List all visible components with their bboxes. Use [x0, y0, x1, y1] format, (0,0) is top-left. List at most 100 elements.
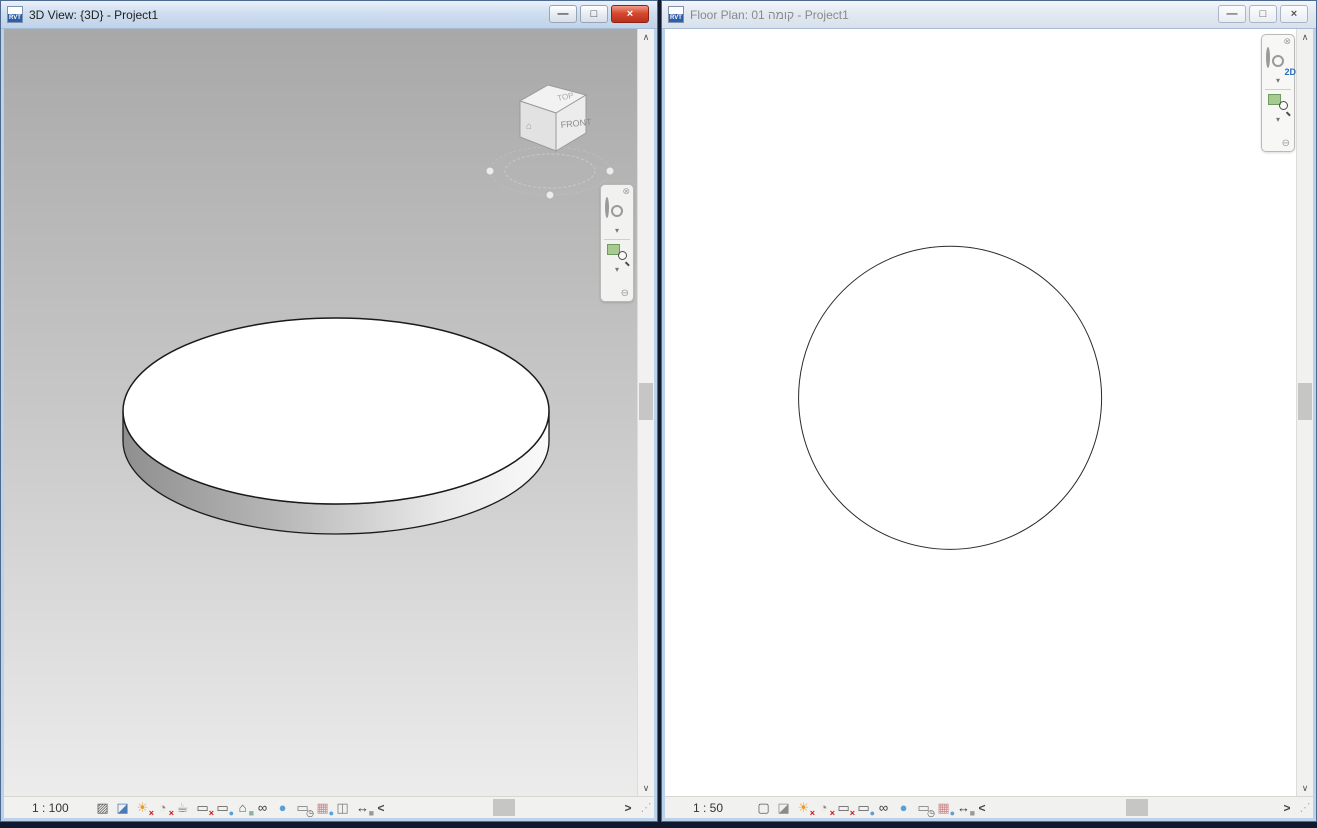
navigation-bar: ⊗ 2D ▾ ▾ ⊖ [1261, 34, 1296, 152]
show-crop-region-icon[interactable]: ▭ ● [214, 799, 234, 818]
minimize-button[interactable]: — [1218, 5, 1246, 23]
temporary-hide-isolate-icon-glyph: ∞ [257, 800, 268, 815]
steering-wheel-dropdown-icon[interactable]: ▾ [1276, 76, 1280, 85]
vertical-scrollbar[interactable]: ∧ ∨ [1296, 29, 1313, 796]
horizontal-scroll-track[interactable] [992, 797, 1277, 818]
scroll-right-arrow[interactable]: > [1277, 801, 1297, 815]
vertical-scroll-track[interactable] [638, 45, 654, 780]
zoom-region-icon[interactable] [1268, 94, 1291, 116]
vertical-scroll-thumb[interactable] [1298, 383, 1312, 421]
magnifier-handle [1286, 110, 1291, 116]
detail-level-icon-glyph: ▢ [757, 800, 770, 815]
scroll-left-arrow[interactable]: < [972, 801, 992, 815]
scroll-down-arrow[interactable]: ∨ [1297, 780, 1313, 796]
resize-grip[interactable]: ⋰ [1297, 801, 1313, 814]
titlebar-3d-view[interactable]: RVT 3D View: {3D} - Project1 — □ × [1, 1, 657, 29]
crop-view-icon[interactable]: ▭ × [835, 799, 855, 818]
temporary-hide-isolate-icon[interactable]: ∞ [254, 799, 271, 816]
navbar-close-icon[interactable]: ⊗ [1283, 37, 1291, 46]
titlebar-floor-plan[interactable]: RVT Floor Plan: 01 קומה - Project1 — □ × [662, 1, 1316, 29]
scroll-down-arrow[interactable]: ∨ [638, 780, 654, 796]
viewcube-compass-inner-ring [504, 153, 596, 189]
rendering-dialog-icon[interactable]: ☕ [174, 799, 191, 816]
detail-level-icon[interactable]: ▢ [755, 799, 772, 816]
view-control-bar: 1 : 100 ▨ ◪ ☀ × ◔ × ☕ ▭ × ▭ ● ⌂ ■ ∞ ● ▭ ◷ ▦ ● ◫ ↔ ■ < > ⋰ [4, 796, 654, 818]
navbar-collapse-icon[interactable]: ⊖ [621, 289, 629, 299]
magnifier-icon [1279, 101, 1288, 110]
window-3d-view: RVT 3D View: {3D} - Project1 — □ × TOP F… [0, 0, 658, 822]
steering-wheel-2d-icon[interactable]: 2D [1266, 47, 1296, 77]
detail-level-icon[interactable]: ▨ [94, 799, 111, 816]
crop-view-icon[interactable]: ▭ × [194, 799, 214, 818]
close-button[interactable]: × [1280, 5, 1308, 23]
sun-path-icon[interactable]: ☀ × [134, 799, 154, 818]
rvt-file-icon: RVT [668, 6, 684, 23]
navbar-close-icon[interactable]: ⊗ [622, 187, 630, 196]
navbar-collapse-icon[interactable]: ⊖ [1282, 139, 1290, 149]
show-crop-region-icon[interactable]: ▭ ● [855, 799, 875, 818]
temporary-hide-isolate-icon-glyph: ∞ [878, 800, 889, 815]
temporary-hide-isolate-icon[interactable]: ∞ [875, 799, 892, 816]
restore-button[interactable]: □ [1249, 5, 1277, 23]
shadows-icon[interactable]: ◔ × [154, 799, 174, 818]
horizontal-scroll-thumb[interactable] [1125, 799, 1148, 816]
compass-east-marker[interactable] [605, 166, 615, 176]
analytical-model-icon[interactable]: ▦ ● [935, 799, 955, 818]
temporary-view-properties-icon[interactable]: ▭ ◷ [915, 799, 935, 818]
temporary-view-properties-icon[interactable]: ▭ ◷ [294, 799, 314, 818]
vertical-scroll-thumb[interactable] [639, 383, 653, 421]
disk-top-face[interactable] [122, 317, 550, 505]
reveal-constraints-icon[interactable]: ↔ ■ [354, 799, 374, 818]
scale-button[interactable]: 1 : 50 [693, 801, 745, 815]
steering-wheel-inner-ring [611, 205, 623, 217]
highlight-displacement-sets-icon[interactable]: ◫ [334, 799, 351, 816]
compass-west-marker[interactable] [485, 166, 495, 176]
locked-3d-view-icon[interactable]: ⌂ ■ [234, 799, 254, 818]
zoom-dropdown-icon[interactable]: ▾ [1276, 115, 1280, 124]
zoom-region-icon[interactable] [607, 244, 630, 266]
crop-view-icon-glyph: ▭ [196, 800, 209, 815]
sun-path-icon-glyph: ☀ [797, 800, 810, 815]
reveal-constraints-icon-glyph: ↔ [356, 800, 369, 815]
reveal-constraints-icon[interactable]: ↔ ■ [955, 799, 975, 818]
horizontal-scroll-thumb[interactable] [493, 799, 516, 816]
reveal-hidden-elements-icon[interactable]: ● [274, 799, 291, 816]
wheel-2d-badge: 2D [1284, 67, 1296, 77]
scroll-right-arrow[interactable]: > [618, 801, 638, 815]
restore-button[interactable]: □ [580, 5, 608, 23]
magnifier-handle [625, 260, 630, 266]
reveal-hidden-elements-icon[interactable]: ● [895, 799, 912, 816]
close-button[interactable]: × [611, 5, 649, 23]
floor-circle-element[interactable] [798, 245, 1103, 550]
analytical-model-icon[interactable]: ▦ ● [314, 799, 334, 818]
reveal-constraints-icon-badge: ■ [368, 808, 374, 818]
steering-wheel-outer-ring [605, 197, 609, 218]
viewport-3d[interactable]: TOP FRONT ⌂ ⊗ ▾ ▾ ⊖ ∧ ∨ 1: 100 ▨ ◪ ☀ × … [4, 29, 654, 818]
sun-path-icon[interactable]: ☀ × [795, 799, 815, 818]
window-floor-plan: RVT Floor Plan: 01 קומה - Project1 — □ ×… [661, 0, 1317, 822]
window-title: Floor Plan: 01 קומה - Project1 [690, 7, 849, 22]
horizontal-scrollbar[interactable]: < > ⋰ [972, 797, 1313, 818]
horizontal-scroll-track[interactable] [391, 797, 618, 818]
scroll-up-arrow[interactable]: ∧ [638, 29, 654, 45]
resize-grip[interactable]: ⋰ [638, 801, 654, 814]
visual-style-icon[interactable]: ◪ [775, 799, 792, 816]
horizontal-scrollbar[interactable]: < > ⋰ [371, 797, 654, 818]
scale-button[interactable]: 1 : 100 [32, 801, 84, 815]
visual-style-icon[interactable]: ◪ [114, 799, 131, 816]
steering-wheel-dropdown-icon[interactable]: ▾ [615, 226, 619, 235]
viewcube-home-icon[interactable]: ⌂ [526, 121, 532, 132]
model-canvas-plan[interactable] [665, 29, 1296, 797]
window-frame: TOP FRONT ⌂ ⊗ ▾ ▾ ⊖ ∧ ∨ 1: 100 ▨ ◪ ☀ × … [1, 29, 657, 821]
floor-disk-element[interactable] [122, 317, 550, 535]
shadows-icon[interactable]: ◔ × [815, 799, 835, 818]
zoom-dropdown-icon[interactable]: ▾ [615, 265, 619, 274]
scroll-left-arrow[interactable]: < [371, 801, 391, 815]
vertical-scroll-track[interactable] [1297, 45, 1313, 780]
viewport-plan[interactable]: ⊗ 2D ▾ ▾ ⊖ ∧ ∨ 1: 50 ▢ ◪ ☀ × ◔ × ▭ × ▭ … [665, 29, 1313, 818]
scroll-up-arrow[interactable]: ∧ [1297, 29, 1313, 45]
steering-wheel-icon[interactable] [605, 197, 629, 223]
vertical-scrollbar[interactable]: ∧ ∨ [637, 29, 654, 796]
minimize-button[interactable]: — [549, 5, 577, 23]
compass-south-marker[interactable] [545, 190, 555, 200]
